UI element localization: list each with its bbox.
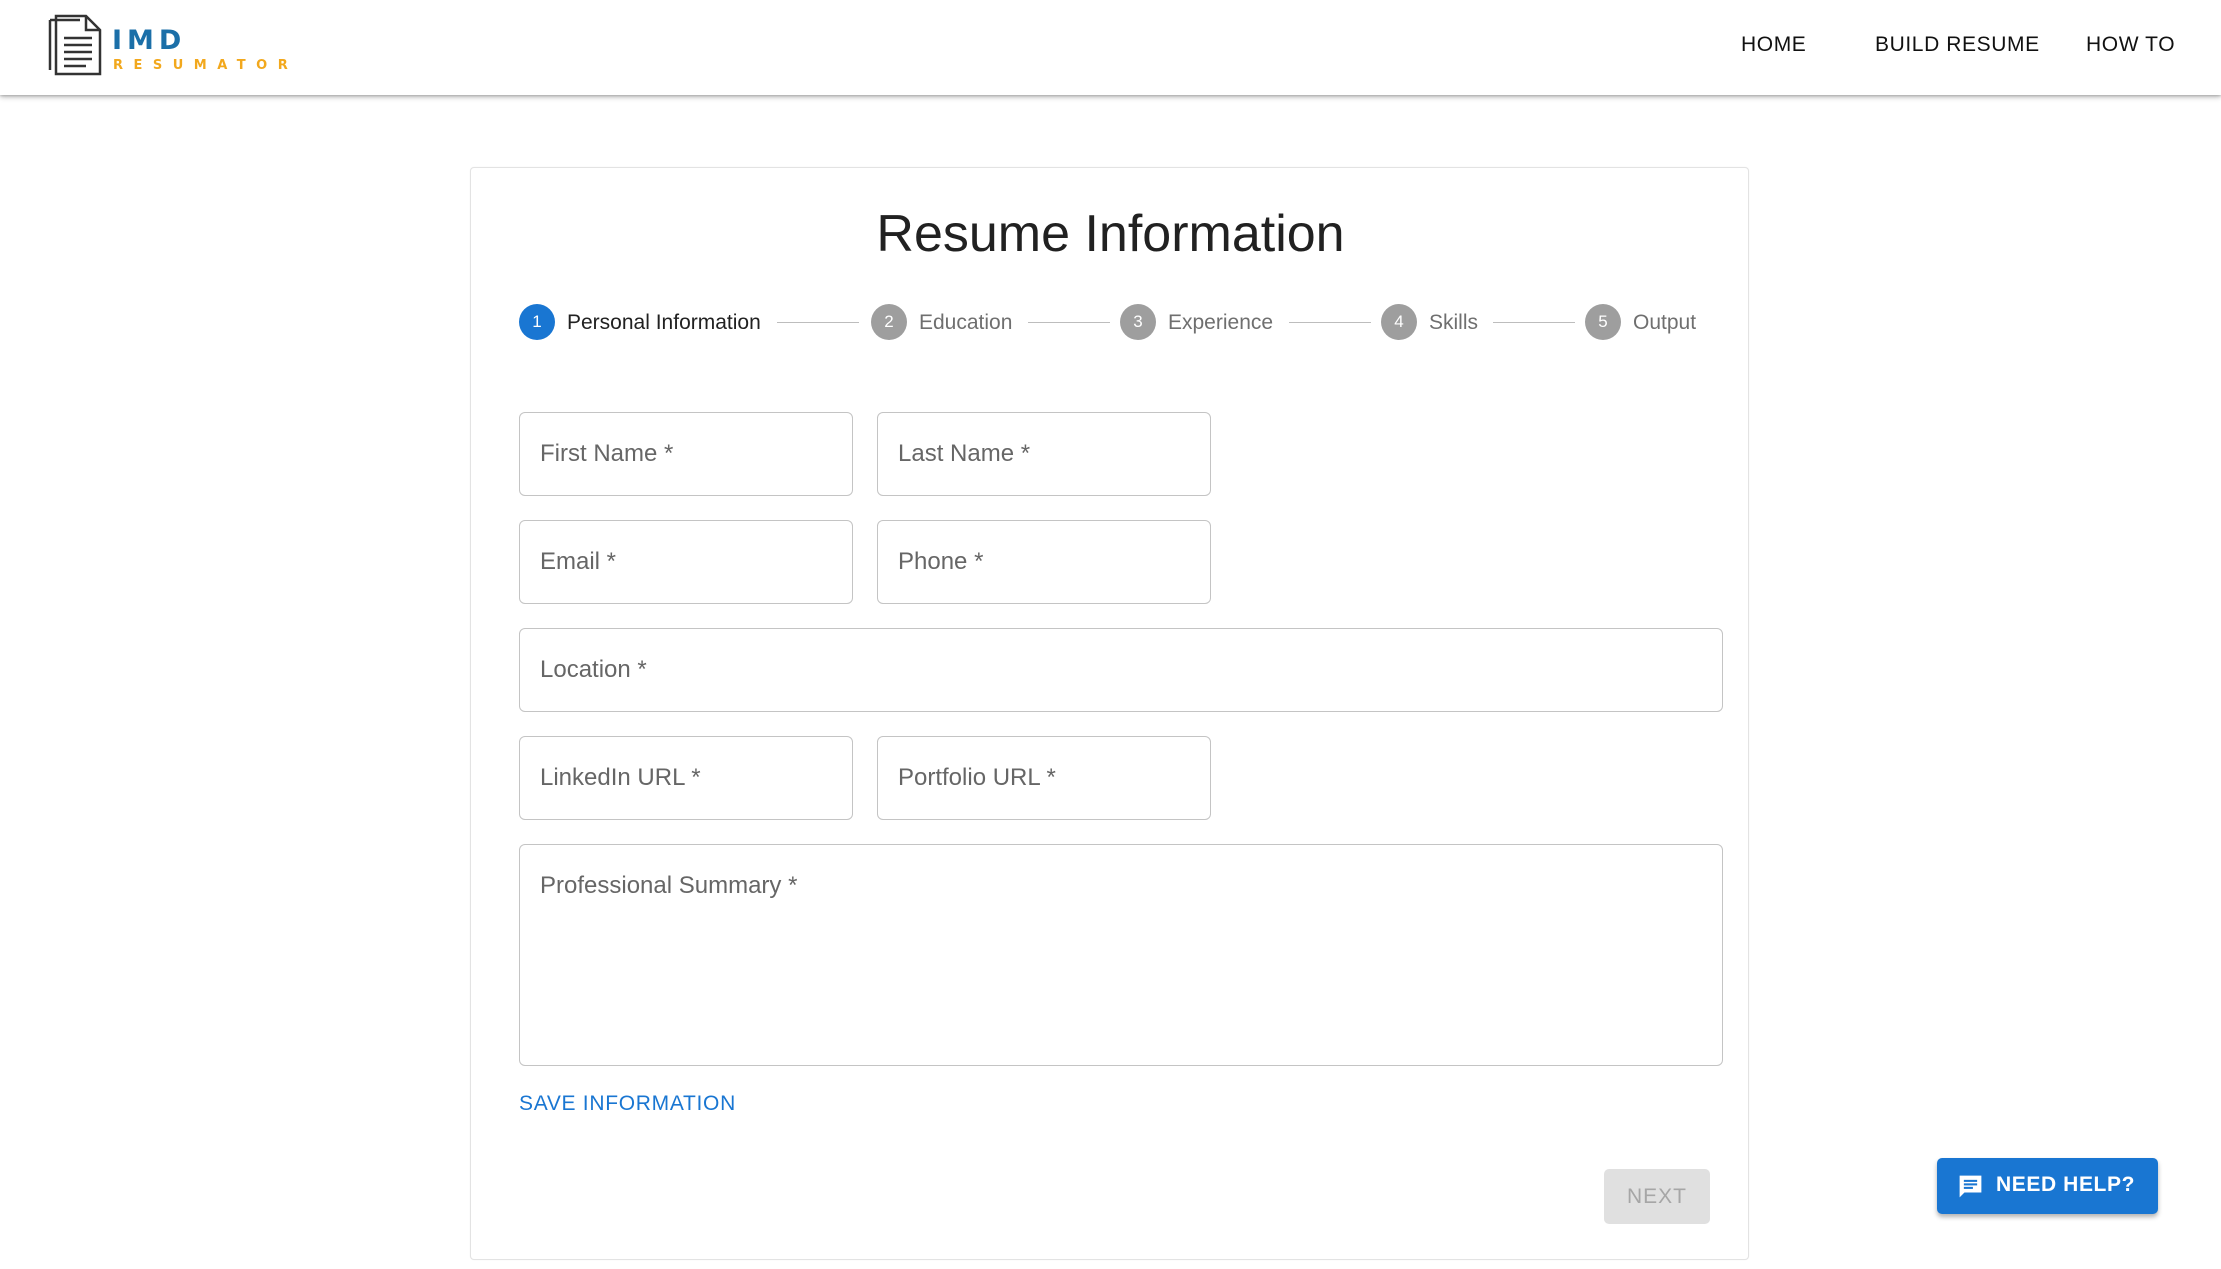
brand-logo[interactable]: IMD RESUMATOR [46,12,288,80]
first-name-field[interactable]: First Name * [519,412,853,496]
step-number-badge: 3 [1120,304,1156,340]
next-button[interactable]: NEXT [1604,1169,1710,1224]
step-number-badge: 5 [1585,304,1621,340]
step-label: Education [919,311,1013,334]
step-number-badge: 1 [519,304,555,340]
portfolio-url-label: Portfolio URL * [898,764,1056,791]
step-number-badge: 4 [1381,304,1417,340]
email-field[interactable]: Email * [519,520,853,604]
phone-label: Phone * [898,548,984,575]
brand-tagline: RESUMATOR [113,58,299,73]
last-name-field[interactable]: Last Name * [877,412,1211,496]
step-number-badge: 2 [871,304,907,340]
app-header: IMD RESUMATOR HOME BUILD RESUME HOW TO [0,0,2221,95]
save-information-button[interactable]: SAVE INFORMATION [519,1092,736,1116]
document-icon [48,14,102,76]
email-label: Email * [540,548,617,575]
professional-summary-label: Professional Summary * [540,872,798,899]
step-label: Output [1633,311,1697,334]
location-field[interactable]: Location * [519,628,1723,712]
step-connector [777,322,859,323]
nav-home-link[interactable]: HOME [1741,33,1806,57]
last-name-label: Last Name * [898,440,1031,467]
page-title: Resume Information [876,205,1345,263]
linkedin-url-field[interactable]: LinkedIn URL * [519,736,853,820]
step-label: Skills [1429,311,1479,334]
first-name-label: First Name * [540,440,674,467]
chat-icon [1959,1175,1982,1198]
portfolio-url-field[interactable]: Portfolio URL * [877,736,1211,820]
need-help-label: NEED HELP? [1996,1173,2136,1196]
resume-form-card: Resume Information 1 Personal Informatio… [470,167,1749,1260]
phone-field[interactable]: Phone * [877,520,1211,604]
nav-how-to-link[interactable]: HOW TO [2086,33,2175,57]
brand-name: IMD [112,25,187,56]
step-label: Experience [1168,311,1274,334]
step-connector [1289,322,1371,323]
step-connector [1493,322,1575,323]
need-help-button[interactable]: NEED HELP? [1937,1158,2158,1214]
location-label: Location * [540,656,647,683]
step-connector [1028,322,1110,323]
nav-build-resume-link[interactable]: BUILD RESUME [1875,33,2040,57]
linkedin-url-label: LinkedIn URL * [540,764,701,791]
professional-summary-field[interactable]: Professional Summary * [519,844,1723,1066]
step-label: Personal Information [567,311,761,334]
